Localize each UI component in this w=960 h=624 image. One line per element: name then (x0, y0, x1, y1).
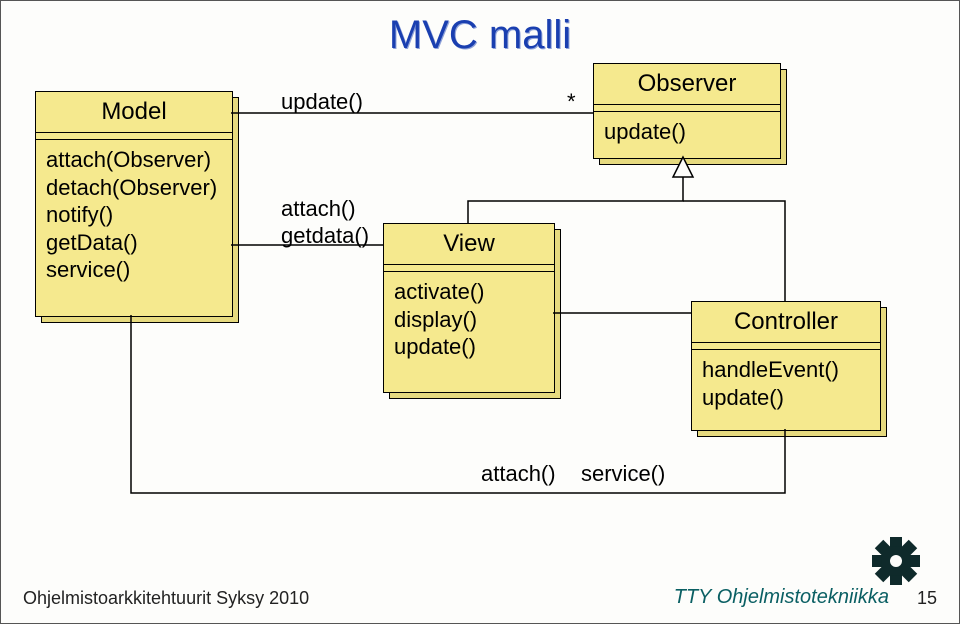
model-op: getData() (46, 229, 222, 257)
assoc-controller-model-label-left: attach() (481, 461, 556, 487)
model-op: notify() (46, 201, 222, 229)
view-class-name: View (384, 224, 554, 265)
view-box: View activate() display() update() (383, 223, 555, 393)
model-sep (36, 133, 232, 140)
controller-ops: handleEvent() update() (692, 350, 880, 417)
model-ops: attach(Observer) detach(Observer) notify… (36, 140, 232, 290)
view-op: update() (394, 333, 544, 361)
slide: MVC malli Model attach(Observer) detach(… (0, 0, 960, 624)
controller-box: Controller handleEvent() update() (691, 301, 881, 431)
assoc-model-view-label-top: attach() (281, 196, 356, 222)
observer-class-name: Observer (594, 64, 780, 105)
assoc-controller-model-label-right: service() (581, 461, 665, 487)
model-class-name: Model (36, 92, 232, 133)
model-op: service() (46, 256, 222, 284)
assoc-model-view-label-bottom: getdata() (281, 223, 369, 249)
page-number: 15 (917, 588, 937, 609)
model-op: detach(Observer) (46, 174, 222, 202)
controller-class-name: Controller (692, 302, 880, 343)
observer-ops: update() (594, 112, 780, 152)
view-ops: activate() display() update() (384, 272, 554, 367)
view-op: activate() (394, 278, 544, 306)
footer-right: TTY Ohjelmistotekniikka (674, 586, 889, 609)
assoc-model-observer-mult: * (567, 89, 576, 115)
observer-op: update() (604, 118, 770, 146)
controller-op: update() (702, 384, 870, 412)
slide-title: MVC malli (1, 13, 959, 58)
controller-sep (692, 343, 880, 350)
view-op: display() (394, 306, 544, 334)
controller-op: handleEvent() (702, 356, 870, 384)
assoc-model-observer-label: update() (281, 89, 363, 115)
view-sep (384, 265, 554, 272)
model-box: Model attach(Observer) detach(Observer) … (35, 91, 233, 317)
model-op: attach(Observer) (46, 146, 222, 174)
footer-left: Ohjelmistoarkkitehtuurit Syksy 2010 (23, 588, 309, 609)
observer-sep (594, 105, 780, 112)
observer-box: Observer update() (593, 63, 781, 159)
